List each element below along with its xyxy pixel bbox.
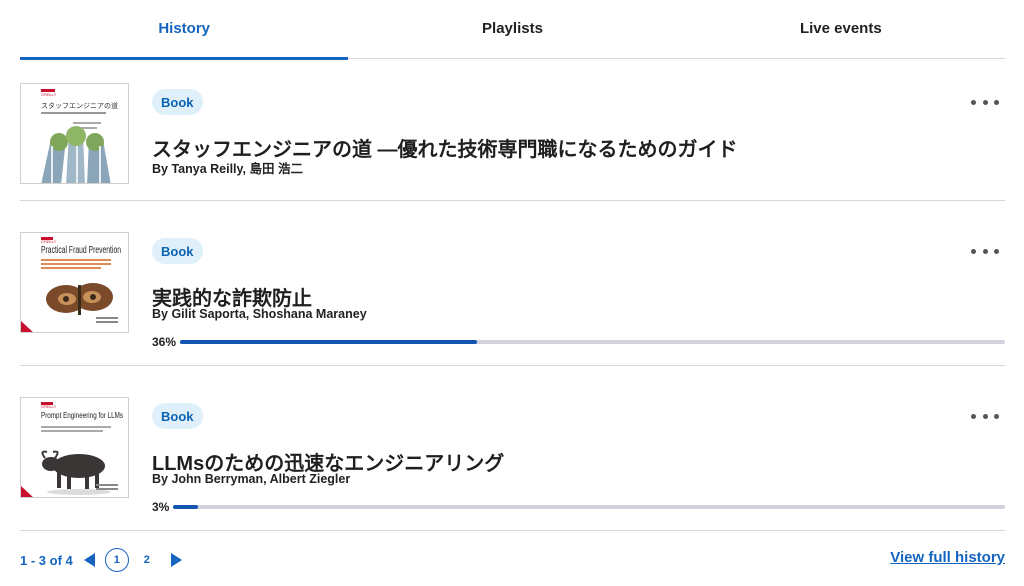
book-cover[interactable]: O'REILLY スタッフエンジニアの道 [20,83,129,184]
content-type-badge: Book [152,403,203,429]
cover-title: Practical Fraud Prevention [41,245,121,256]
history-item: O'REILLY スタッフエンジニアの道 Book スタッフエンジニアの道 ―優… [20,59,1005,201]
cover-publisher: O'REILLY [41,93,57,97]
previous-page-button[interactable] [81,551,99,569]
progress-label: 36% [152,335,177,349]
more-options-button[interactable] [971,95,999,109]
triangle-right-icon [170,553,182,567]
progress-track [180,340,1005,344]
view-full-history-link[interactable]: View full history [890,549,1005,566]
tab-live-events[interactable]: Live events [677,0,1005,59]
item-authors: By Gilit Saporta, Shoshana Maraney [152,307,367,321]
progress-fill [173,505,199,509]
more-options-button[interactable] [971,409,999,423]
cover-publisher: O'REILLY [41,405,57,409]
history-item: O'REILLY Practical Fraud Prevention Book… [20,201,1005,366]
pagination: 1 - 3 of 4 1 2 [20,546,185,574]
cover-title: Prompt Engineering for LLMs [41,410,123,420]
more-horizontal-icon [971,413,976,419]
content-type-badge: Book [152,238,203,264]
item-authors: By Tanya Reilly, 島田 浩二 [152,162,303,176]
page-2-button[interactable]: 2 [135,548,159,572]
tab-playlists[interactable]: Playlists [348,0,676,59]
reading-progress: 36% [152,335,1005,349]
tab-history[interactable]: History [20,0,349,60]
more-horizontal-icon [971,99,976,105]
progress-fill [180,340,478,344]
book-cover[interactable]: O'REILLY Prompt Engineering for LLMs [20,397,129,498]
item-authors: By John Berryman, Albert Ziegler [152,472,351,486]
progress-track [173,505,1005,509]
more-horizontal-icon [971,248,976,254]
cover-publisher: O'REILLY [41,240,57,244]
next-page-button[interactable] [167,551,185,569]
reading-progress: 3% [152,500,1005,514]
book-cover[interactable]: O'REILLY Practical Fraud Prevention [20,232,129,333]
book-cover-image: O'REILLY Practical Fraud Prevention [21,233,128,332]
content-tabs: History Playlists Live events [20,0,1005,60]
book-cover-image: O'REILLY スタッフエンジニアの道 [21,84,128,183]
pagination-range: 1 - 3 of 4 [20,552,73,568]
page-1-button[interactable]: 1 [104,548,129,572]
book-cover-image: O'REILLY Prompt Engineering for LLMs [21,398,128,497]
triangle-left-icon [83,553,95,567]
history-item: O'REILLY Prompt Engineering for LLMs Boo… [20,366,1005,531]
more-options-button[interactable] [971,244,999,258]
cover-title: スタッフエンジニアの道 [41,101,118,110]
content-type-badge: Book [152,89,203,115]
progress-label: 3% [152,500,170,514]
